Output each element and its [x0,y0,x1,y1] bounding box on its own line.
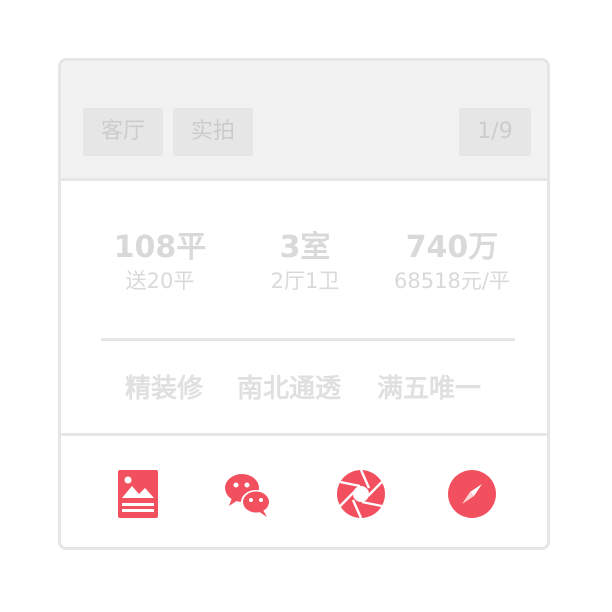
action-bar [61,433,547,547]
stat-rooms: 3室 2厅1卫 [230,230,380,296]
stat-rooms-layout: 2厅1卫 [270,269,340,293]
image-poster-icon[interactable] [112,466,168,522]
stat-area-value: 108平 [113,230,207,265]
stat-price-unit: 68518元/平 [394,269,510,293]
photo-header: 客厅 实拍 1/9 [61,61,547,181]
house-listing-card: 客厅 实拍 1/9 108平 送20平 3室 2厅1卫 740万 68518元/… [58,58,550,550]
tag-real-photo[interactable]: 实拍 [173,108,253,156]
feature-tag: 满五唯一 [377,374,482,404]
stat-price-total: 740万 [405,230,499,265]
stat-price: 740万 68518元/平 [377,230,527,296]
feature-tags: 精装修 南北通透 满五唯一 [61,369,547,409]
stat-area-bonus: 送20平 [125,269,195,293]
feature-tag: 南北通透 [237,374,342,404]
camera-aperture-icon[interactable] [333,466,389,522]
divider [101,338,515,341]
stat-rooms-value: 3室 [279,230,331,265]
tag-living-room[interactable]: 客厅 [83,108,163,156]
feature-tag: 精装修 [125,374,204,404]
photo-page-counter: 1/9 [459,108,531,156]
listing-stats: 108平 送20平 3室 2厅1卫 740万 68518元/平 [61,178,547,296]
compass-icon[interactable] [444,466,500,522]
stat-area: 108平 送20平 [85,230,235,296]
wechat-icon[interactable] [220,466,276,522]
